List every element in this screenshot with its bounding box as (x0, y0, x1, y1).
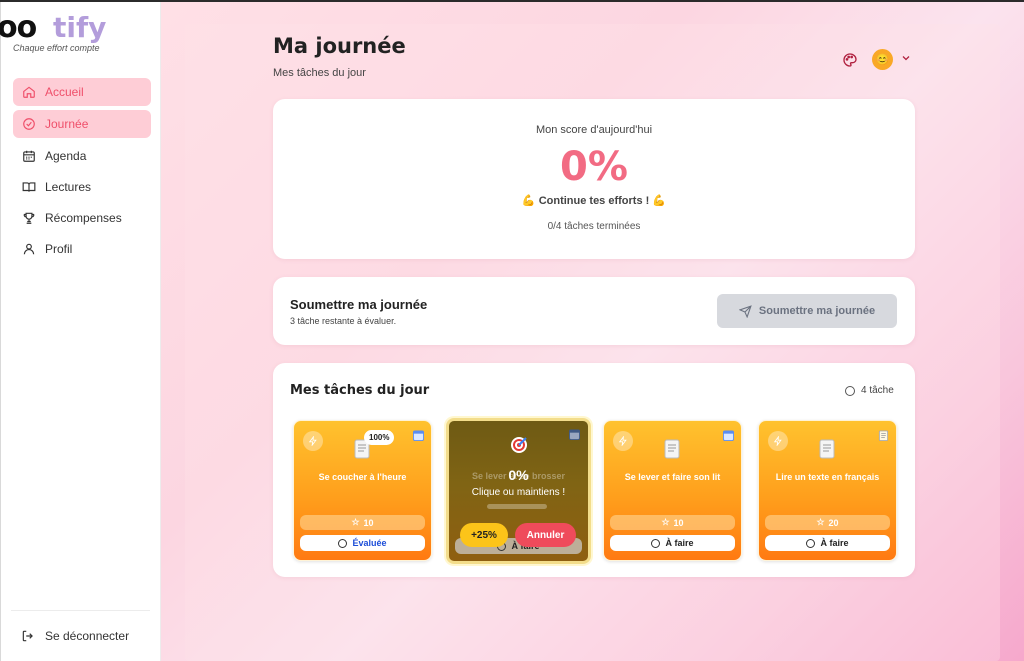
sidebar-item-recompenses[interactable]: Récompenses (13, 204, 151, 231)
sidebar-item-label: Lectures (45, 179, 92, 194)
flexed-arm-icon: 💪 (521, 195, 536, 207)
user-icon (21, 241, 37, 257)
task-title: Se lever et faire son lit (624, 472, 721, 482)
sidebar: oo tify Chaque effort compte Accueil Jou… (0, 2, 161, 661)
check-circle-icon (21, 116, 37, 132)
submit-button-label: Soumettre ma journée (758, 305, 876, 317)
task-points-value: 10 (363, 517, 374, 528)
lightning-icon (613, 431, 633, 451)
sidebar-item-label: Récompenses (45, 210, 122, 225)
trophy-icon (21, 210, 37, 226)
app-tagline: Chaque effort compte (13, 43, 100, 53)
sidebar-item-label: Agenda (45, 148, 87, 163)
task-title: Se coucher à l'heure (318, 472, 407, 482)
calendar-icon (569, 429, 580, 440)
sidebar-item-agenda[interactable]: Agenda (13, 142, 151, 169)
target-icon (511, 437, 527, 453)
document-icon (819, 439, 835, 459)
task-status-label: À faire (665, 538, 694, 548)
tasks-title: Mes tâches du jour (290, 383, 430, 398)
task-points: ☆ 10 (610, 515, 735, 530)
score-message-text: Continue tes efforts ! (538, 195, 650, 207)
star-icon: ☆ (661, 517, 670, 527)
logout-button[interactable]: Se déconnecter (21, 629, 129, 643)
task-press-hint: Clique ou maintiens ! (471, 487, 566, 498)
calendar-icon (723, 430, 734, 441)
lightning-icon (768, 431, 788, 451)
home-icon (21, 84, 37, 100)
page-subtitle: Mes tâches du jour (273, 67, 366, 79)
avatar[interactable]: 😊 (872, 49, 893, 70)
sidebar-item-label: Journée (45, 117, 89, 131)
task-points-value: 10 (673, 517, 684, 528)
task-status-button[interactable]: À faire (610, 535, 735, 551)
circle-icon (845, 385, 855, 396)
sidebar-item-profil[interactable]: Profil (13, 235, 151, 262)
task-card[interactable]: 100% Se coucher à l'heure ☆ 10 Évaluée (293, 420, 432, 561)
circle-icon (338, 538, 348, 548)
task-progress-value: 0% (508, 467, 529, 483)
tasks-card: Mes tâches du jour 4 tâche 100% Se couch… (273, 363, 915, 577)
cancel-button[interactable]: Annuler (515, 523, 576, 547)
completion-badge: 100% (364, 430, 395, 445)
task-status-label: À faire (820, 538, 849, 548)
sidebar-divider (11, 610, 150, 611)
tasks-count: 4 tâche (845, 385, 894, 396)
add-25-percent-button[interactable]: +25% (460, 523, 508, 547)
main-content: Ma journée Mes tâches du jour 😊 Mon scor… (161, 2, 1024, 661)
task-points: ☆ 10 (300, 515, 425, 530)
notepad-icon (878, 430, 889, 441)
flexed-arm-icon: 💪 (652, 195, 667, 207)
sidebar-item-accueil[interactable]: Accueil (13, 78, 151, 106)
palette-icon[interactable] (842, 52, 858, 68)
page-title: Ma journée (273, 34, 406, 58)
task-points: ☆ 20 (765, 515, 890, 530)
score-task-count: 0/4 tâches terminées (547, 221, 641, 232)
tasks-count-text: 4 tâche (861, 385, 894, 396)
task-status-label: Évaluée (352, 538, 387, 548)
task-card[interactable]: Lire un texte en français ☆ 20 À faire (758, 420, 897, 561)
score-message: 💪 Continue tes efforts ! 💪 (273, 194, 915, 207)
submit-title: Soumettre ma journée (290, 297, 428, 312)
submit-day-button[interactable]: Soumettre ma journée (717, 294, 897, 328)
circle-icon (651, 538, 661, 548)
chevron-down-icon[interactable] (900, 52, 912, 64)
send-icon (738, 304, 752, 318)
logout-label: Se déconnecter (45, 629, 130, 643)
book-icon (21, 179, 37, 195)
submit-subtitle: 3 tâche restante à évaluer. (290, 316, 397, 326)
document-icon (664, 439, 680, 459)
task-card-active[interactable]: Se lever et se brosser 0% Clique ou main… (446, 418, 591, 564)
calendar-icon (413, 430, 424, 441)
sidebar-nav: Accueil Journée Agenda Lectures Récompen… (13, 78, 151, 266)
logout-icon (22, 630, 33, 642)
lightning-icon (303, 431, 323, 451)
score-value: 0% (560, 144, 628, 190)
circle-icon (806, 538, 816, 548)
sidebar-item-label: Profil (45, 241, 73, 256)
task-points-value: 20 (828, 517, 839, 528)
submit-card: Soumettre ma journée 3 tâche restante à … (273, 277, 915, 345)
task-status-button[interactable]: À faire (765, 535, 890, 551)
star-icon: ☆ (816, 517, 825, 527)
sidebar-item-lectures[interactable]: Lectures (13, 173, 151, 200)
task-card[interactable]: Se lever et faire son lit ☆ 10 À faire (603, 420, 742, 561)
task-progress-bar (487, 504, 547, 509)
score-label: Mon score d'aujourd'hui (535, 124, 653, 136)
sidebar-item-journee[interactable]: Journée (13, 110, 151, 138)
sidebar-item-label: Accueil (45, 85, 84, 99)
star-icon: ☆ (351, 517, 360, 527)
logo-light-text: tify (53, 11, 107, 44)
logo-dark-text: oo (0, 10, 37, 45)
task-title: Lire un texte en français (775, 472, 880, 482)
score-card: Mon score d'aujourd'hui 0% 💪 Continue te… (273, 99, 915, 259)
calendar-icon (21, 148, 37, 164)
task-status-button[interactable]: Évaluée (300, 535, 425, 551)
